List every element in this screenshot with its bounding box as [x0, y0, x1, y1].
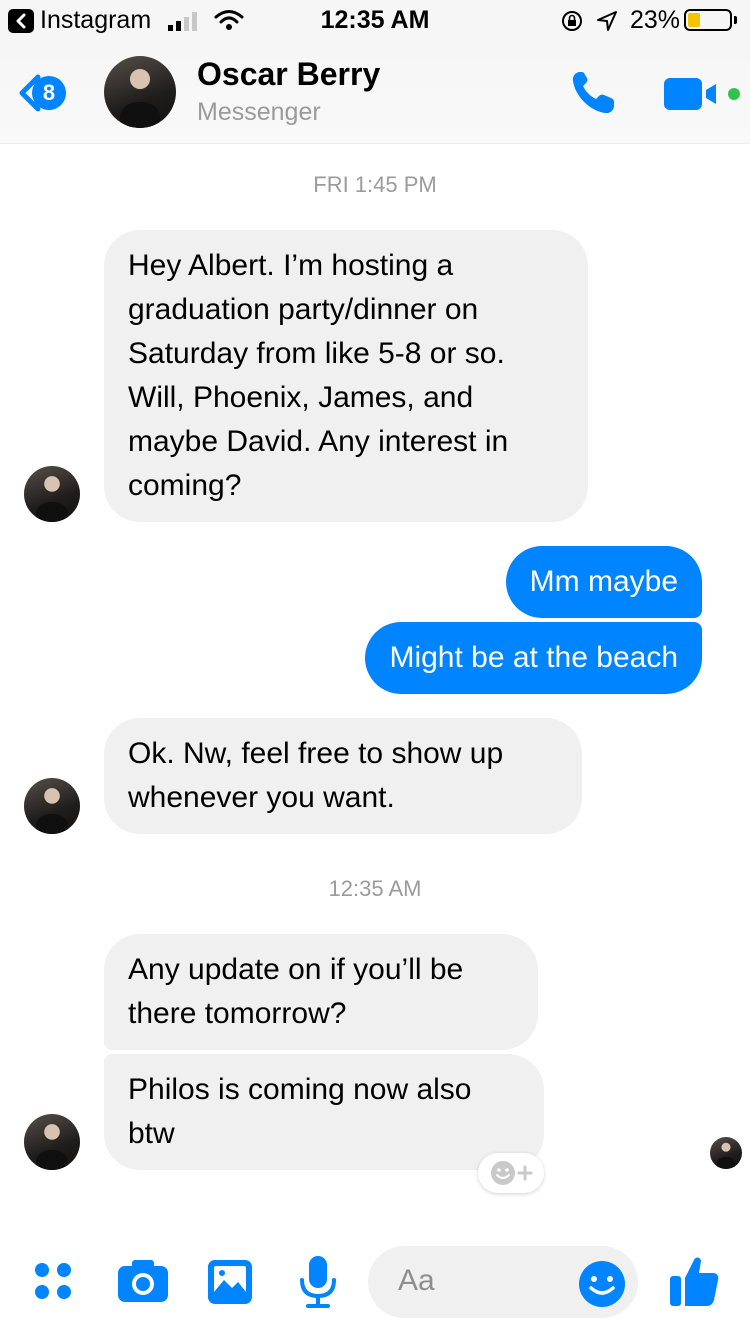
conversation-header: 8 Oscar Berry Messenger	[0, 40, 750, 144]
message-bubble-incoming[interactable]: Hey Albert. I’m hosting a graduation par…	[104, 230, 588, 522]
battery-icon	[684, 9, 732, 31]
status-bar: Instagram 12:35 AM 23%	[0, 0, 750, 40]
image-icon[interactable]	[206, 1258, 254, 1306]
back-chevron-icon	[19, 74, 41, 112]
avatar[interactable]	[104, 56, 176, 128]
contact-subtitle: Messenger	[197, 98, 321, 126]
composer-bar: Aa	[0, 1236, 750, 1334]
location-arrow-icon	[597, 11, 617, 31]
battery-level	[688, 13, 700, 27]
phone-icon[interactable]	[566, 66, 620, 120]
contact-name[interactable]: Oscar Berry	[197, 56, 380, 93]
emoji-icon[interactable]	[578, 1260, 626, 1308]
battery-percent: 23%	[630, 6, 681, 34]
battery-nub	[734, 16, 737, 24]
add-reaction-icon	[491, 1161, 533, 1185]
sender-avatar[interactable]	[24, 778, 80, 834]
add-reaction-button[interactable]	[478, 1153, 544, 1193]
message-bubble-outgoing[interactable]: Might be at the beach	[365, 622, 702, 694]
apps-grid-icon[interactable]	[32, 1260, 76, 1304]
video-camera-icon[interactable]	[662, 76, 722, 112]
timestamp-divider: 12:35 AM	[328, 876, 422, 901]
message-bubble-incoming[interactable]: Ok. Nw, feel free to show up whenever yo…	[104, 718, 582, 834]
microphone-icon[interactable]	[298, 1254, 338, 1310]
timestamp-divider: FRI 1:45 PM	[313, 172, 437, 197]
message-bubble-incoming[interactable]: Any update on if you’ll be there tomorro…	[104, 934, 538, 1050]
thumbs-up-icon[interactable]	[668, 1254, 720, 1308]
message-input-placeholder: Aa	[398, 1264, 435, 1297]
message-bubble-outgoing[interactable]: Mm maybe	[505, 546, 702, 618]
camera-icon[interactable]	[116, 1258, 170, 1304]
back-button[interactable]: 8	[18, 70, 90, 116]
read-receipt-avatar	[710, 1137, 742, 1169]
online-indicator	[728, 88, 740, 100]
sender-avatar[interactable]	[24, 1114, 80, 1170]
message-bubble-incoming[interactable]: Philos is coming now also btw	[104, 1054, 544, 1170]
orientation-lock-icon	[562, 11, 582, 31]
sender-avatar[interactable]	[24, 466, 80, 522]
